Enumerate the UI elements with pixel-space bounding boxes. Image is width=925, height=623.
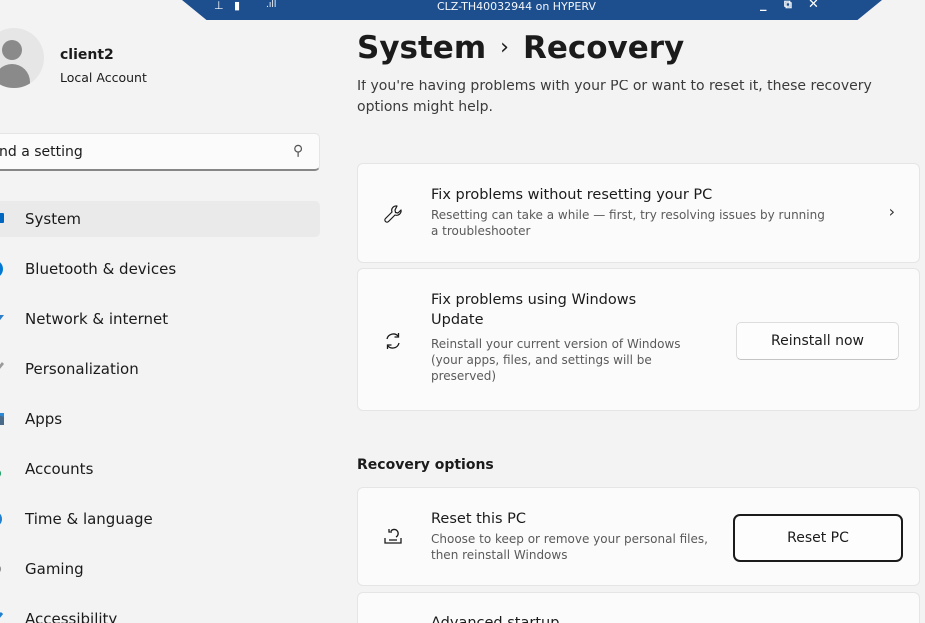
sidebar-item-label: Gaming <box>25 560 84 578</box>
connection-title: CLZ-TH40032944 on HYPERV <box>437 0 596 13</box>
windows-update-card: Fix problems using Windows Update Reinst… <box>357 268 920 411</box>
bluetooth-icon <box>0 261 4 277</box>
breadcrumb: System › Recovery <box>357 30 684 66</box>
signal-icon: .ıll <box>266 0 277 10</box>
card-description: Reinstall your current version of Window… <box>431 337 681 383</box>
troubleshoot-card[interactable]: Fix problems without resetting your PC R… <box>357 163 920 263</box>
apps-icon <box>0 411 4 427</box>
connection-bar: ⊥ ▮ .ıll CLZ-TH40032944 on HYPERV _ ⧉ ✕ <box>182 0 882 20</box>
sidebar-item-label: Apps <box>25 410 63 428</box>
sidebar-item-accounts[interactable]: Accounts <box>0 451 320 487</box>
card-title: Fix problems using Windows Update <box>431 292 637 328</box>
close-icon[interactable]: ✕ <box>808 0 819 11</box>
sidebar-item-network[interactable]: Network & internet <box>0 301 320 337</box>
refresh-icon <box>383 331 403 351</box>
system-icon <box>0 211 4 227</box>
search-icon[interactable]: ⚲ <box>293 143 303 159</box>
wrench-icon <box>383 204 403 224</box>
card-description: Choose to keep or remove your personal f… <box>431 532 708 562</box>
advanced-startup-card: Advanced startup <box>357 592 920 623</box>
accessibility-icon <box>0 611 4 623</box>
page-title: Recovery <box>522 30 685 66</box>
card-title: Advanced startup <box>431 615 560 623</box>
pin-icon[interactable]: ⊥ <box>214 0 224 11</box>
sidebar-item-label: Network & internet <box>25 310 169 328</box>
breadcrumb-separator: › <box>500 35 509 60</box>
accounts-icon <box>0 461 4 477</box>
card-title: Reset this PC <box>431 511 527 527</box>
avatar[interactable] <box>0 28 44 88</box>
sidebar-item-label: Accounts <box>25 460 94 478</box>
sidebar-item-bluetooth[interactable]: Bluetooth & devices <box>0 251 320 287</box>
intro-container: If you're having problems with your PC o… <box>357 80 925 121</box>
sidebar-item-label: Personalization <box>25 360 139 378</box>
reset-pc-button[interactable]: Reset PC <box>733 514 903 562</box>
sidebar-item-label: System <box>25 210 81 228</box>
sidebar-item-gaming[interactable]: Gaming <box>0 551 320 587</box>
lock-icon: ▮ <box>234 0 241 12</box>
sidebar-item-personalization[interactable]: Personalization <box>0 351 320 387</box>
sidebar-item-label: Bluetooth & devices <box>25 260 177 278</box>
chevron-right-icon[interactable]: › <box>889 202 895 221</box>
globe-icon <box>0 511 4 527</box>
gaming-icon <box>0 561 4 577</box>
sidebar-item-time-language[interactable]: Time & language <box>0 501 320 537</box>
card-title: Fix problems without resetting your PC <box>431 187 713 203</box>
breadcrumb-parent[interactable]: System <box>357 30 486 66</box>
reset-pc-icon <box>383 527 403 547</box>
card-description: Resetting can take a while — first, try … <box>431 208 825 238</box>
user-name: client2 <box>60 47 114 63</box>
sidebar-item-label: Accessibility <box>25 610 118 623</box>
brush-icon <box>0 361 4 377</box>
minimize-icon[interactable]: _ <box>760 0 767 11</box>
intro-text: If you're having problems with your PC o… <box>357 80 872 115</box>
account-type: Local Account <box>60 70 147 85</box>
search-value: nd a setting <box>0 144 83 160</box>
network-icon <box>0 311 4 327</box>
reset-pc-card: Reset this PC Choose to keep or remove y… <box>357 487 920 586</box>
sidebar-item-label: Time & language <box>25 510 153 528</box>
reinstall-now-button[interactable]: Reinstall now <box>736 322 899 360</box>
search-input[interactable]: nd a setting ⚲ <box>0 133 320 171</box>
sidebar-item-apps[interactable]: Apps <box>0 401 320 437</box>
restore-icon[interactable]: ⧉ <box>784 0 792 11</box>
sidebar-item-system[interactable]: System <box>0 201 320 237</box>
sidebar-item-accessibility[interactable]: Accessibility <box>0 601 320 623</box>
recovery-options-heading: Recovery options <box>357 457 494 473</box>
